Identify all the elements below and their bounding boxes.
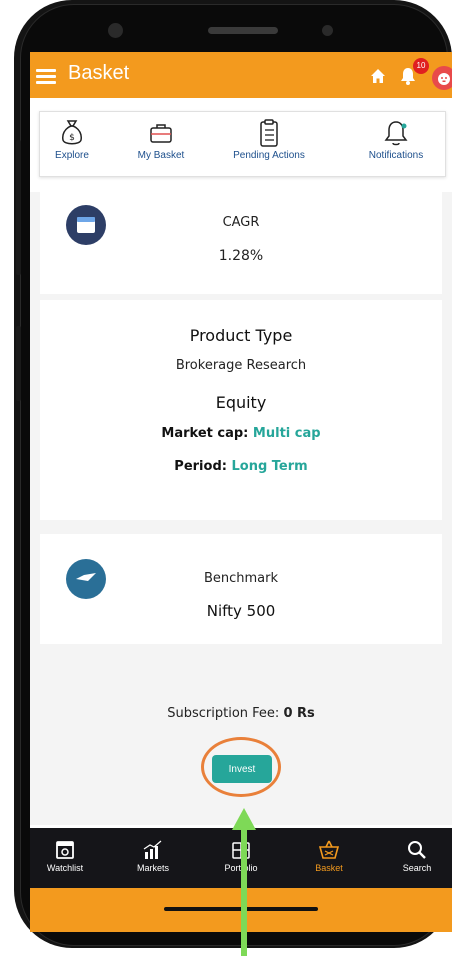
proximity-sensor <box>322 25 333 36</box>
product-type-title: Product Type <box>189 326 293 345</box>
power-button <box>16 326 21 401</box>
benchmark-value: Nifty 500 <box>206 602 276 620</box>
nav-search[interactable]: Search <box>382 828 452 888</box>
app-bar: Basket 10 <box>30 52 452 98</box>
tab-label: Notifications <box>368 150 424 161</box>
briefcase-icon <box>150 124 172 143</box>
subscription-fee: Subscription Fee: 0 Rs <box>30 706 452 721</box>
nav-label: Basket <box>315 863 343 873</box>
nav-markets[interactable]: Markets <box>118 828 188 888</box>
nav-label: Watchlist <box>46 863 84 873</box>
basket-tabs: $ Explore My Basket Pending Actions Noti… <box>39 111 446 177</box>
cagr-card: CAGR 1.28% <box>40 192 442 294</box>
cagr-label: CAGR <box>222 215 260 230</box>
tab-label: Explore <box>55 150 89 161</box>
annotation-arrow-head-icon <box>232 808 256 830</box>
subscription-fee-label: Subscription Fee: <box>167 706 280 721</box>
nav-watchlist[interactable]: Watchlist <box>30 828 100 888</box>
cagr-value: 1.28% <box>218 248 264 264</box>
clipboard-icon <box>260 119 278 147</box>
front-camera <box>108 23 123 38</box>
tab-label: My Basket <box>137 150 185 161</box>
tab-notifications[interactable]: Notifications <box>358 118 434 172</box>
benchmark-label: Benchmark <box>203 571 279 586</box>
menu-icon[interactable] <box>36 69 56 84</box>
tab-pending-actions[interactable]: Pending Actions <box>226 118 312 172</box>
subscription-fee-value: 0 Rs <box>283 706 315 721</box>
basket-detail-content: CAGR 1.28% Product Type Brokerage Resear… <box>30 192 452 825</box>
watchlist-icon <box>56 841 74 859</box>
markets-chart-icon <box>143 840 162 859</box>
market-cap-value: Multi cap <box>252 426 321 441</box>
basket-icon <box>318 840 340 859</box>
bell-icon <box>384 121 408 146</box>
money-bag-icon: $ <box>62 120 82 145</box>
asset-class: Equity <box>215 393 267 412</box>
volume-button <box>16 140 21 275</box>
nav-basket[interactable]: Basket <box>294 828 364 888</box>
product-category: Brokerage Research <box>175 358 307 373</box>
market-cap-row: Market cap: Multi cap <box>40 426 442 441</box>
svg-text:$: $ <box>69 133 75 143</box>
earpiece-speaker <box>208 27 278 34</box>
app-bar-title: Basket <box>68 62 130 84</box>
tab-label: Pending Actions <box>233 150 305 161</box>
tab-my-basket[interactable]: My Basket <box>128 118 194 172</box>
market-cap-label: Market cap: <box>161 426 249 441</box>
avatar[interactable] <box>432 66 452 90</box>
notification-badge: 10 <box>413 58 429 74</box>
annotation-arrow-shaft <box>241 825 247 956</box>
search-icon <box>408 841 426 859</box>
nav-label: Markets <box>136 863 169 873</box>
benchmark-card: Benchmark Nifty 500 <box>40 534 442 644</box>
invest-button[interactable]: Invest <box>212 755 272 783</box>
period-row: Period: Long Term <box>40 459 442 474</box>
period-label: Period: <box>174 459 227 474</box>
tab-explore[interactable]: $ Explore <box>44 118 100 172</box>
period-value: Long Term <box>231 459 308 474</box>
nav-label: Search <box>402 863 432 873</box>
app-screen: Basket 10 $ Explore My Basket Pending Ac… <box>30 52 452 932</box>
home-icon[interactable] <box>370 68 386 84</box>
product-type-card: Product Type Brokerage Research Equity M… <box>40 300 442 520</box>
